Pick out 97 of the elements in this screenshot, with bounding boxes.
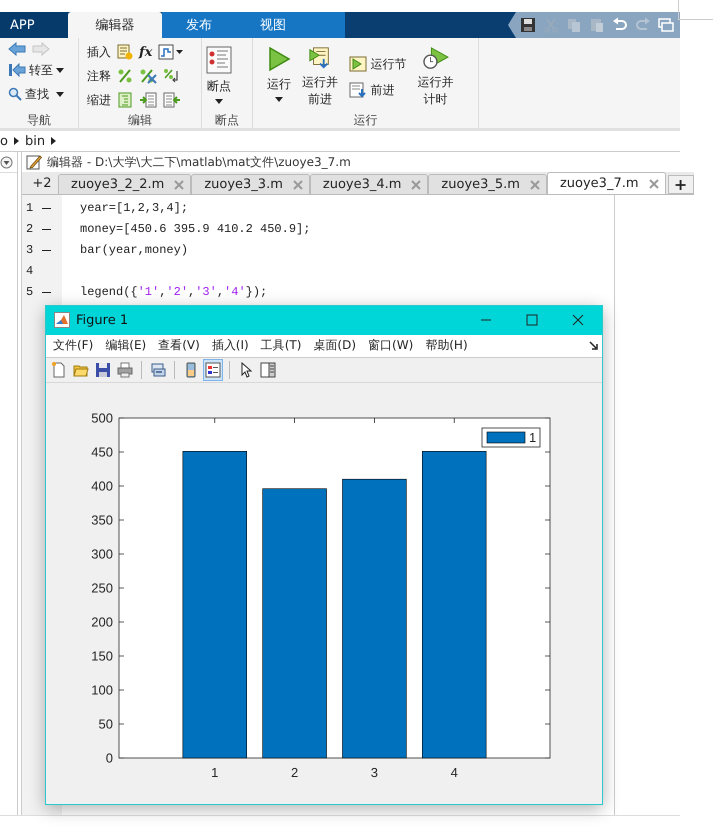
- caret-icon: [56, 92, 64, 96]
- function-icon[interactable]: fx: [139, 44, 152, 60]
- chevron-icon[interactable]: [14, 137, 19, 145]
- line-number: 3: [26, 242, 56, 256]
- group-label: 编辑: [127, 112, 153, 128]
- chevron-icon[interactable]: [51, 137, 56, 145]
- breakpoints-button[interactable]: 断点: [206, 42, 232, 108]
- y-tick-label: 0: [106, 750, 113, 766]
- dock-arrow-icon[interactable]: [589, 341, 598, 350]
- undo-icon[interactable]: [612, 17, 628, 33]
- ribbon-tab[interactable]: 视图: [236, 12, 310, 38]
- line-number: 4: [26, 264, 34, 278]
- code-line: bar(year,money): [80, 242, 188, 256]
- file-tab[interactable]: zuoye3_4.m: [310, 174, 428, 194]
- file-tab[interactable]: zuoye3_7.m: [546, 172, 666, 194]
- file-tab[interactable]: zuoye3_5.m: [428, 174, 547, 194]
- ribbon-tab[interactable]: 编辑器: [68, 12, 162, 38]
- line-number: 5: [26, 284, 56, 298]
- breadcrumb-item[interactable]: bin: [24, 134, 46, 148]
- caret-icon: [56, 68, 64, 72]
- run-button[interactable]: 运行: [267, 42, 291, 108]
- y-tick-label: 400: [91, 478, 113, 494]
- y-tick-label: 200: [91, 614, 113, 630]
- y-tick-label: 350: [91, 512, 113, 528]
- group-label: 断点: [214, 112, 240, 128]
- x-tick-label: 3: [370, 764, 378, 780]
- smart-indent-icon[interactable]: [117, 92, 133, 108]
- x-tick-label: 2: [290, 764, 298, 780]
- stopwatch-play-icon: [420, 46, 451, 70]
- caret-icon: [275, 97, 283, 102]
- y-tick-label: 150: [91, 648, 113, 664]
- advance-icon: [349, 82, 368, 98]
- code-line: year=[1,2,3,4];: [80, 200, 188, 214]
- y-tick-label: 450: [91, 444, 113, 460]
- x-tick-label: 1: [211, 764, 218, 780]
- arrow-icon: [8, 63, 26, 77]
- y-tick-label: 300: [91, 546, 113, 562]
- line-number: 2: [26, 222, 56, 236]
- breadcrumb-item[interactable]: o: [0, 134, 8, 148]
- window-title: Figure 1: [76, 312, 128, 328]
- edit-label: 插入: [87, 44, 111, 60]
- legend-label: 1: [529, 430, 536, 445]
- add-tab-button[interactable]: +: [668, 175, 694, 194]
- pencil-note-icon: [26, 154, 42, 170]
- advance-button[interactable]: 前进: [349, 80, 406, 100]
- run-and-advance-button[interactable]: 运行并前进: [301, 42, 340, 108]
- run-section-button[interactable]: 运行节: [349, 54, 406, 74]
- panel-menu-icon[interactable]: [0, 156, 13, 168]
- window-frame: [678, 0, 713, 20]
- menu-item[interactable]: 查看(V): [158, 337, 200, 354]
- percent-icon[interactable]: [117, 68, 133, 84]
- file-tab[interactable]: zuoye3_3.m: [191, 174, 310, 194]
- function-plot-icon[interactable]: [158, 44, 184, 60]
- uncomment-icon[interactable]: [139, 68, 157, 84]
- y-tick-label: 100: [91, 682, 113, 698]
- edit-label: 注释: [87, 68, 111, 84]
- y-tick-label: 250: [91, 580, 113, 596]
- menu-item[interactable]: 工具(T): [260, 337, 302, 354]
- legend-swatch: [486, 432, 526, 444]
- group-label: 导航: [26, 112, 52, 128]
- search-icon: [8, 87, 22, 101]
- find-button[interactable]: 查找: [8, 84, 74, 104]
- caret-icon: [215, 99, 223, 104]
- goto-button[interactable]: 转至: [8, 60, 74, 80]
- x-tick-label: 4: [450, 764, 458, 780]
- code-line: legend({'1','2','3','4'});: [80, 284, 268, 298]
- indent-icon[interactable]: [139, 92, 157, 108]
- menu-item[interactable]: 编辑(E): [105, 337, 146, 354]
- play-icon: [267, 46, 291, 72]
- outdent-icon[interactable]: [163, 92, 181, 108]
- insert-icon[interactable]: [117, 44, 133, 60]
- y-tick-label: 500: [91, 410, 113, 426]
- ribbon-tab[interactable]: 发布: [162, 12, 236, 38]
- menu-item[interactable]: 桌面(D): [313, 337, 356, 354]
- tab-strip: [310, 12, 345, 38]
- app-logo-icon: [54, 312, 70, 328]
- tab-overflow[interactable]: +2: [26, 176, 58, 190]
- editor-title: 编辑器 - D:\大学\大二下\matlab\mat文件\zuoye3_7.m: [47, 154, 351, 170]
- windows-icon[interactable]: [658, 17, 674, 33]
- group-label: 运行: [352, 112, 378, 128]
- back-arrow-icon[interactable]: [8, 42, 26, 56]
- run-section-icon: [349, 56, 368, 72]
- maximize-icon[interactable]: [526, 314, 538, 326]
- y-tick-label: 50: [98, 716, 113, 732]
- menu-item[interactable]: 文件(F): [53, 337, 94, 354]
- run-and-time-button[interactable]: 运行并计时: [416, 42, 455, 108]
- menu-item[interactable]: 窗口(W): [368, 337, 414, 354]
- line-number: 1: [26, 200, 56, 214]
- save-icon[interactable]: [520, 17, 536, 33]
- edit-label: 缩进: [87, 92, 111, 108]
- code-line: money=[450.6 395.9 410.2 450.9];: [80, 222, 310, 236]
- menu-item[interactable]: 插入(I): [212, 337, 249, 354]
- file-tab[interactable]: zuoye3_2_2.m: [58, 174, 192, 194]
- legend-icon[interactable]: [203, 358, 223, 381]
- breakpoints-icon: [206, 46, 232, 74]
- close-icon[interactable]: [572, 314, 584, 326]
- menu-item[interactable]: 帮助(H): [425, 337, 468, 354]
